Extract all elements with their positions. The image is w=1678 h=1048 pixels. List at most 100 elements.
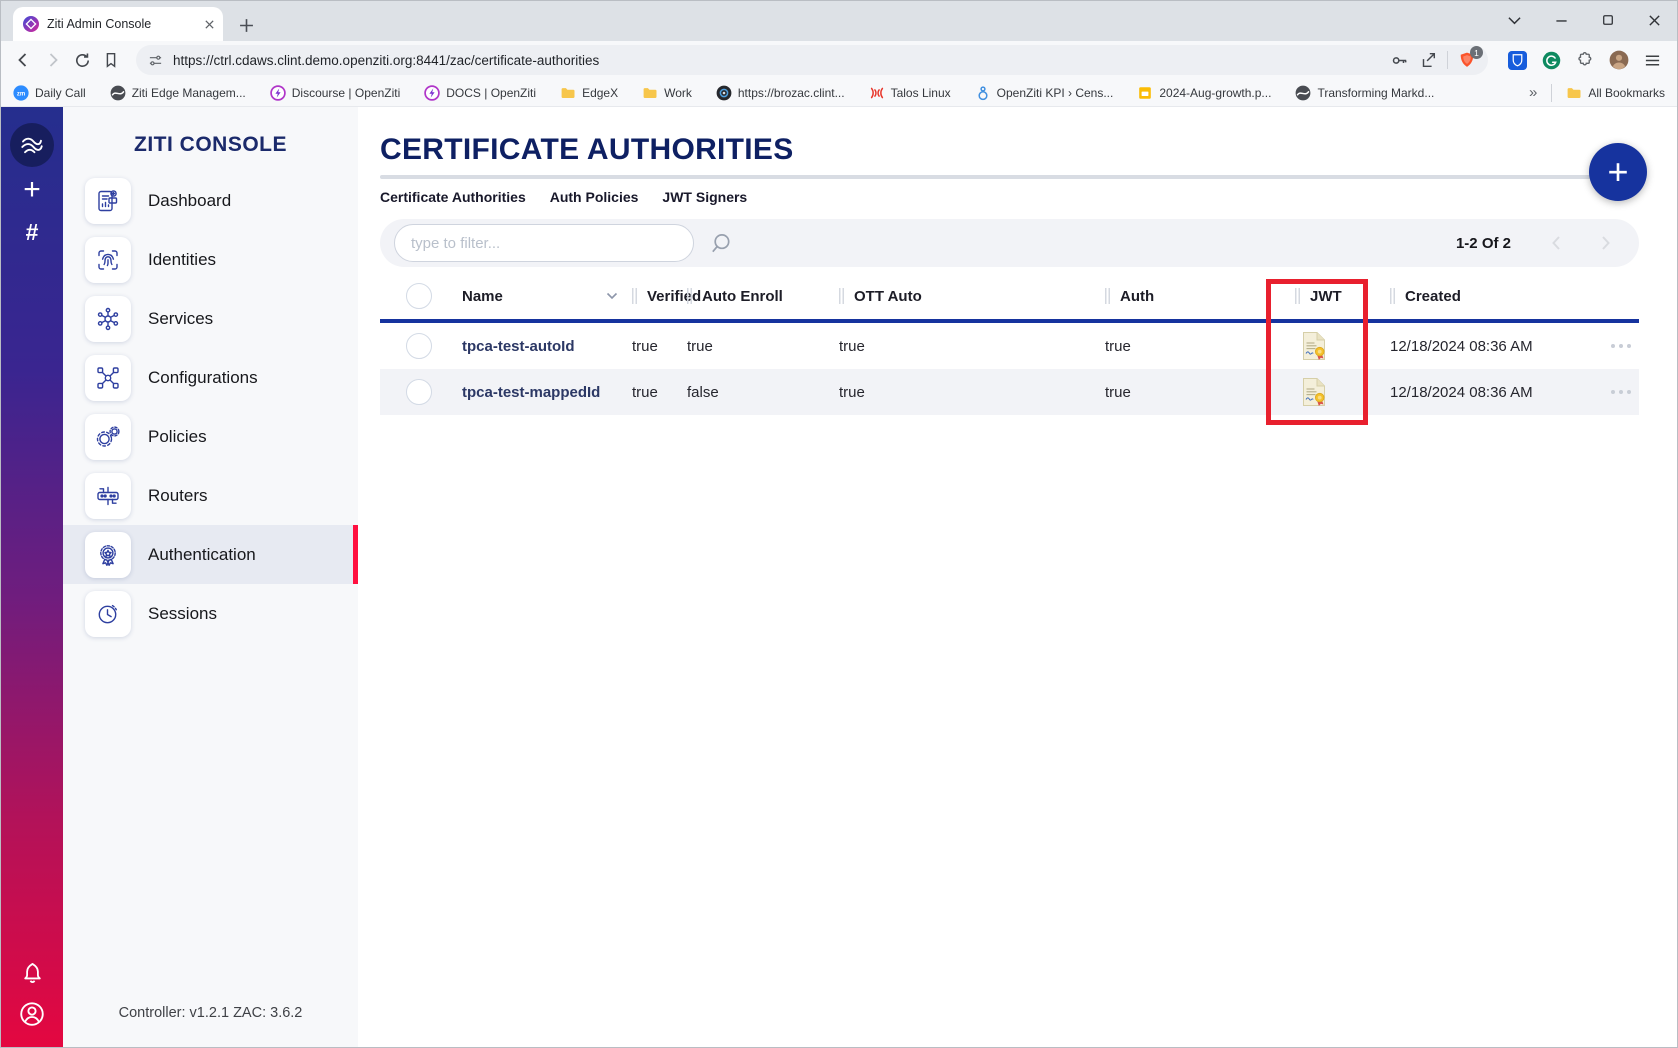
bookmark-transforming-markd[interactable]: Transforming Markd...: [1295, 85, 1434, 101]
gears-icon: [85, 414, 131, 460]
browser-tab[interactable]: Ziti Admin Console: [13, 7, 223, 41]
all-bookmarks-button[interactable]: All Bookmarks: [1566, 85, 1665, 101]
sidebar-item-routers[interactable]: Routers: [63, 466, 358, 525]
bookmark-discourse-openziti[interactable]: Discourse | OpenZiti: [270, 85, 401, 101]
sidebar-item-sessions[interactable]: Sessions: [63, 584, 358, 643]
column-auto-enroll[interactable]: Auto Enroll: [687, 288, 839, 305]
rail-add-icon[interactable]: +: [23, 175, 41, 205]
column-auth[interactable]: Auth: [1105, 288, 1295, 305]
brave-shield-icon[interactable]: 1: [1458, 51, 1476, 69]
tab-close-icon[interactable]: [204, 19, 215, 30]
menu-icon[interactable]: [1644, 52, 1661, 69]
column-verified[interactable]: Verified: [632, 288, 687, 305]
clock-icon: [85, 591, 131, 637]
sidebar-item-identities[interactable]: Identities: [63, 230, 358, 289]
ca-name-link[interactable]: tpca-test-autoId: [462, 338, 632, 355]
bookmark-docs-openziti[interactable]: DOCS | OpenZiti: [424, 85, 536, 101]
openziti-icon: [424, 85, 440, 101]
share-icon[interactable]: [1419, 51, 1437, 69]
reload-icon[interactable]: [73, 51, 92, 70]
prev-page-icon[interactable]: [1551, 235, 1561, 251]
bookmarks-overflow-icon[interactable]: »: [1529, 84, 1537, 101]
ott-auto-value: true: [839, 384, 1105, 401]
sidebar-item-configurations[interactable]: Configurations: [63, 348, 358, 407]
passwords-key-icon[interactable]: [1390, 51, 1409, 70]
page-title: CERTIFICATE AUTHORITIES: [380, 133, 1639, 167]
sidebar-item-authentication[interactable]: Authentication: [63, 525, 358, 584]
openziti-icon: [270, 85, 286, 101]
sidebar-item-dashboard[interactable]: Dashboard: [63, 171, 358, 230]
row-menu-button[interactable]: [1607, 344, 1631, 348]
profile-avatar[interactable]: [1609, 50, 1629, 70]
title-divider: [380, 175, 1639, 179]
rail-hash-icon[interactable]: #: [26, 219, 39, 246]
section-tabs: Certificate Authorities Auth Policies JWT …: [380, 189, 1639, 205]
main-content: CERTIFICATE AUTHORITIES + Certificate Au…: [358, 107, 1677, 1047]
back-icon[interactable]: [13, 50, 33, 70]
pagination-label: 1-2 Of 2: [1456, 235, 1511, 252]
sidebar-item-policies[interactable]: Policies: [63, 407, 358, 466]
row-checkbox[interactable]: [406, 379, 432, 405]
jwt-certificate-icon[interactable]: [1301, 377, 1327, 407]
grammarly-icon[interactable]: [1542, 51, 1561, 70]
url-bar[interactable]: https://ctrl.cdaws.clint.demo.openziti.o…: [136, 45, 1488, 75]
tab-strip: Ziti Admin Console: [1, 1, 1677, 41]
table-header: Name Verified Auto Enroll OTT Auto Auth …: [380, 273, 1639, 319]
all-bookmarks-label: All Bookmarks: [1588, 86, 1665, 100]
row-checkbox[interactable]: [406, 333, 432, 359]
column-name[interactable]: Name: [462, 288, 632, 305]
tab-jwt-signers[interactable]: JWT Signers: [662, 189, 747, 205]
header-checkbox-cell: [406, 283, 462, 309]
zoom-icon: zm: [13, 85, 29, 101]
tab-certificate-authorities[interactable]: Certificate Authorities: [380, 189, 526, 205]
new-tab-button[interactable]: [239, 18, 254, 33]
bitwarden-icon[interactable]: [1508, 51, 1527, 70]
tab-auth-policies[interactable]: Auth Policies: [550, 189, 639, 205]
shield-badge: 1: [1470, 46, 1483, 59]
ca-name-link[interactable]: tpca-test-mappedId: [462, 384, 632, 401]
globe-icon: [1295, 85, 1311, 101]
tab-search-icon[interactable]: [1508, 16, 1521, 25]
bookmark-work[interactable]: Work: [642, 85, 692, 101]
site-settings-icon[interactable]: [148, 53, 163, 68]
next-page-icon[interactable]: [1601, 235, 1611, 251]
extensions-row: [1504, 50, 1665, 70]
bookmark-ziti-edge-managem[interactable]: Ziti Edge Managem...: [110, 85, 246, 101]
bookmark-icon[interactable]: [102, 51, 120, 69]
notifications-bell-icon[interactable]: [19, 960, 46, 987]
jwt-certificate-icon[interactable]: [1301, 331, 1327, 361]
bookmark-https-brozac-clint[interactable]: https://brozac.clint...: [716, 85, 845, 101]
table-row[interactable]: tpca-test-mappedId true false true true …: [380, 369, 1639, 415]
column-created[interactable]: Created: [1390, 288, 1600, 305]
created-value: 12/18/2024 08:36 AM: [1390, 384, 1600, 401]
folder-icon: [1566, 85, 1582, 101]
forward-icon[interactable]: [43, 50, 63, 70]
maximize-icon[interactable]: [1602, 14, 1614, 26]
verified-value: true: [632, 384, 687, 401]
close-window-icon[interactable]: [1648, 14, 1661, 27]
bookmark-talos-linux[interactable]: Talos Linux: [869, 85, 951, 101]
extensions-puzzle-icon[interactable]: [1576, 51, 1594, 69]
row-menu-button[interactable]: [1607, 390, 1631, 394]
bookmark-edgex[interactable]: EdgeX: [560, 85, 618, 101]
select-all-checkbox[interactable]: [406, 283, 432, 309]
slides-icon: [1137, 85, 1153, 101]
search-icon[interactable]: [708, 231, 733, 256]
table-row[interactable]: tpca-test-autoId true true true true 12/…: [380, 323, 1639, 369]
bookmark-openziti-kpi-cens[interactable]: OpenZiti KPI › Cens...: [975, 85, 1114, 101]
add-ca-button[interactable]: +: [1589, 143, 1647, 201]
column-ott-auto[interactable]: OTT Auto: [839, 288, 1105, 305]
user-profile-icon[interactable]: [17, 999, 47, 1029]
bookmark-2024-aug-growth-p[interactable]: 2024-Aug-growth.p...: [1137, 85, 1271, 101]
column-jwt[interactable]: JWT: [1295, 288, 1390, 305]
sort-chevron-icon[interactable]: [606, 292, 618, 300]
browser-window: Ziti Admin Console https://ctrl.cdaws.cl…: [0, 0, 1678, 1048]
filter-input[interactable]: [394, 224, 694, 262]
minimize-icon[interactable]: [1555, 14, 1568, 27]
folder-icon: [560, 85, 576, 101]
netfoundry-logo-icon[interactable]: [10, 123, 54, 167]
auth-value: true: [1105, 338, 1295, 355]
bookmark-daily-call[interactable]: zm Daily Call: [13, 85, 86, 101]
sidebar-item-services[interactable]: Services: [63, 289, 358, 348]
tab-title: Ziti Admin Console: [47, 17, 196, 31]
